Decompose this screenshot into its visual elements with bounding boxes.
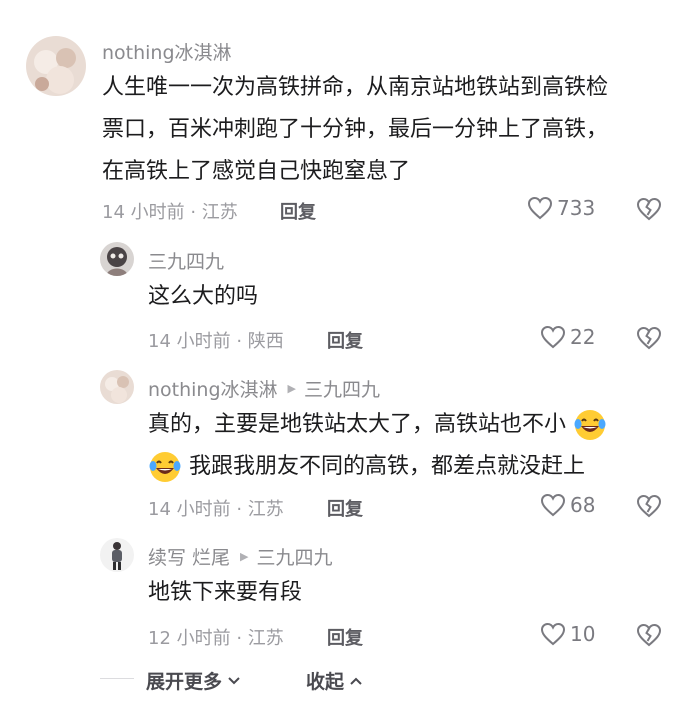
like-button[interactable]: 10	[540, 622, 595, 646]
broken-heart-icon	[636, 197, 662, 221]
like-count: 22	[570, 325, 596, 349]
comment-text-line: 地铁下来要有段	[148, 580, 303, 605]
comment-text-line: 在高铁上了感觉自己快跑窒息了	[102, 159, 411, 184]
comment-username[interactable]: 三九四九	[148, 247, 224, 274]
time-location: 14 小时前 · 江苏	[148, 499, 284, 520]
reply-button[interactable]: 回复	[327, 327, 363, 353]
comment-text-line: 真的，主要是地铁站太大了，高铁站也不小	[148, 412, 567, 437]
like-button[interactable]: 68	[540, 493, 595, 517]
reply-arrow-icon: ▶	[240, 550, 249, 563]
reply-button[interactable]: 回复	[327, 495, 363, 521]
time-location: 14 小时前 · 江苏	[102, 202, 238, 223]
comment-username[interactable]: 续写 烂尾 ▶ 三九四九	[148, 543, 333, 570]
comment-text: 真的，主要是地铁站太大了，高铁站也不小 我跟我朋友不同的高铁，都差点就没赶上	[148, 404, 668, 488]
avatar[interactable]	[100, 370, 134, 404]
expand-more-button[interactable]: 展开更多	[146, 667, 241, 694]
dislike-button[interactable]	[636, 494, 662, 522]
avatar[interactable]	[26, 36, 86, 96]
chevron-down-icon	[228, 676, 240, 684]
comment-text: 人生唯一一次为高铁拼命，从南京站地铁站到高铁检 票口，百米冲刺跑了十分钟，最后一…	[102, 67, 672, 193]
dislike-button[interactable]	[636, 623, 662, 651]
comment-username[interactable]: nothing冰淇淋	[102, 38, 232, 65]
comment-text-line: 这么大的吗	[148, 284, 259, 309]
comment-username[interactable]: nothing冰淇淋 ▶ 三九四九	[148, 375, 380, 402]
heart-outline-icon	[540, 622, 566, 646]
laughing-tears-emoji	[149, 452, 181, 482]
like-button[interactable]: 733	[527, 196, 595, 220]
comment-text-line: 我跟我朋友不同的高铁，都差点就没赶上	[189, 454, 586, 479]
like-count: 733	[557, 196, 596, 220]
laughing-tears-emoji	[574, 410, 606, 440]
reply-button[interactable]: 回复	[280, 198, 316, 224]
like-count: 10	[570, 622, 596, 646]
heart-outline-icon	[527, 196, 553, 220]
broken-heart-icon	[636, 326, 662, 350]
reply-button[interactable]: 回复	[327, 624, 363, 650]
divider	[100, 678, 134, 679]
comment-text: 地铁下来要有段	[148, 572, 648, 614]
avatar[interactable]	[100, 538, 134, 572]
time-location: 12 小时前 · 江苏	[148, 628, 284, 649]
avatar[interactable]	[100, 242, 134, 276]
chevron-up-icon	[350, 677, 362, 685]
time-location: 14 小时前 · 陕西	[148, 331, 284, 352]
comment-text: 这么大的吗	[148, 276, 648, 318]
collapse-button[interactable]: 收起	[306, 667, 363, 694]
broken-heart-icon	[636, 494, 662, 518]
reply-to-username[interactable]: 三九四九	[304, 375, 380, 402]
heart-outline-icon	[540, 325, 566, 349]
broken-heart-icon	[636, 623, 662, 647]
dislike-button[interactable]	[636, 326, 662, 354]
reply-to-username[interactable]: 三九四九	[257, 543, 333, 570]
like-button[interactable]: 22	[540, 325, 595, 349]
comment-text-line: 票口，百米冲刺跑了十分钟，最后一分钟上了高铁，	[102, 117, 609, 142]
heart-outline-icon	[540, 493, 566, 517]
reply-arrow-icon: ▶	[287, 382, 297, 395]
dislike-button[interactable]	[636, 197, 662, 225]
like-count: 68	[570, 493, 596, 517]
comment-text-line: 人生唯一一次为高铁拼命，从南京站地铁站到高铁检	[102, 75, 609, 100]
